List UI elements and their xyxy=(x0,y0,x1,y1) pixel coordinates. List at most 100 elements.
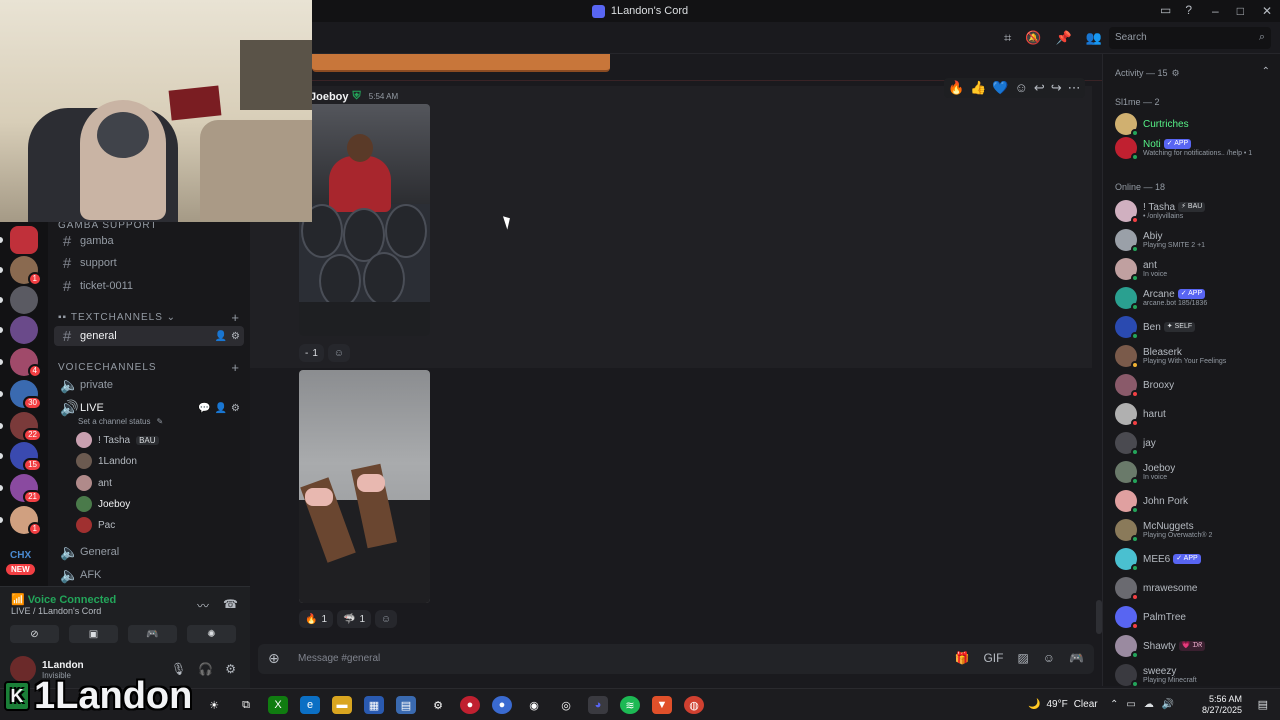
settings-icon[interactable]: ⚙ xyxy=(231,331,240,342)
disconnect-icon[interactable]: ☎ xyxy=(223,597,238,614)
member-item[interactable]: jay xyxy=(1115,430,1275,456)
member-item[interactable]: harut xyxy=(1115,401,1275,427)
settings-icon[interactable]: ⚙ xyxy=(231,403,240,414)
gif-icon[interactable]: GIF xyxy=(983,651,1003,665)
attach-plus-icon[interactable]: ⊕ xyxy=(268,650,280,667)
quick-react-heart[interactable]: 💙 xyxy=(992,80,1008,96)
member-item[interactable]: Brooxy xyxy=(1115,372,1275,398)
calculator-icon[interactable]: ▤ xyxy=(396,696,416,714)
chat-icon[interactable]: 💬 xyxy=(198,403,210,414)
voice-channel-afk[interactable]: 🔈 AFK xyxy=(54,565,244,585)
previous-attachment[interactable] xyxy=(312,54,610,72)
settings-icon[interactable]: ⚙ xyxy=(428,696,448,714)
store-icon[interactable]: ▦ xyxy=(364,696,384,714)
voice-user[interactable]: Pac xyxy=(76,517,115,533)
server-icon[interactable]: 4 xyxy=(10,348,42,378)
member-item[interactable]: PalmTree xyxy=(1115,604,1275,630)
chevron-up-icon[interactable]: ⌃ xyxy=(1262,66,1270,77)
add-channel-icon[interactable]: + xyxy=(231,360,240,375)
username[interactable]: 1Landon xyxy=(42,660,84,671)
channel-support[interactable]: # support xyxy=(54,253,244,273)
reaction-pill[interactable]: 🦈 1 xyxy=(337,610,372,628)
camera-button[interactable]: ⊘ xyxy=(10,625,59,643)
member-item[interactable]: ant In voice xyxy=(1115,256,1275,282)
emoji-icon[interactable]: ☺ xyxy=(1043,651,1055,665)
reaction-pill[interactable]: 🔥 1 xyxy=(299,610,334,628)
server-icon[interactable]: 15 xyxy=(10,442,42,472)
quick-react-thumbs[interactable]: 👍 xyxy=(970,80,986,96)
author-name[interactable]: Joeboy xyxy=(310,91,349,103)
members-icon[interactable]: 👥 xyxy=(1086,30,1102,46)
add-reaction-button[interactable]: ☺ xyxy=(327,344,350,362)
member-item[interactable]: Shawty 💗 ᗪᖇ xyxy=(1115,633,1275,659)
add-channel-icon[interactable]: + xyxy=(231,310,240,325)
brave-icon[interactable]: ▼ xyxy=(652,696,672,714)
discord-icon[interactable]: ◕ xyxy=(588,696,608,714)
voice-channel-live[interactable]: 🔊 LIVE 💬 👤 ⚙ xyxy=(54,398,244,418)
image-attachment-shoes[interactable] xyxy=(299,370,430,603)
reply-icon[interactable]: ↩ xyxy=(1034,80,1045,96)
volume-icon[interactable]: 🔊 xyxy=(1162,699,1174,710)
mute-notifications-icon[interactable]: 🔕 xyxy=(1025,30,1041,46)
server-icon[interactable]: 21 xyxy=(10,474,42,504)
member-item[interactable]: Abiy Playing SMITE 2 +1 xyxy=(1115,227,1275,253)
settings-icon[interactable]: ⚙ xyxy=(225,662,236,676)
task-view-icon[interactable]: ⧉ xyxy=(236,696,256,714)
weather-widget-icon[interactable]: ☀ xyxy=(204,696,224,714)
gift-icon[interactable]: 🎁 xyxy=(954,651,969,665)
server-icon[interactable]: 1 xyxy=(10,506,42,536)
app-red-icon[interactable]: ● xyxy=(460,696,480,714)
server-icon[interactable]: 30 xyxy=(10,380,42,410)
spotify-icon[interactable]: ≋ xyxy=(620,696,640,714)
file-explorer-icon[interactable]: ▬ xyxy=(332,696,352,714)
more-icon[interactable]: ⋯ xyxy=(1068,80,1081,96)
server-icon[interactable] xyxy=(10,286,38,314)
screen-share-button[interactable]: ▣ xyxy=(69,625,118,643)
close-button[interactable]: ✕ xyxy=(1262,4,1272,18)
server-icon[interactable]: 1 xyxy=(10,256,42,286)
steam-icon[interactable]: ◎ xyxy=(556,696,576,714)
noise-suppression-icon[interactable]: 〰 xyxy=(197,597,209,614)
inbox-icon[interactable]: ▭ xyxy=(1160,3,1171,17)
activity-header[interactable]: Activity — 15 ⚙ xyxy=(1115,68,1180,79)
voice-user[interactable]: Joeboy xyxy=(76,496,130,512)
obs-icon[interactable]: ◉ xyxy=(524,696,544,714)
server-chx-label[interactable]: CHX xyxy=(10,550,31,561)
voice-channel-private[interactable]: 🔈 private xyxy=(54,375,244,395)
network-icon[interactable]: ☁ xyxy=(1144,699,1154,710)
forward-icon[interactable]: ↪ xyxy=(1051,80,1062,96)
member-item[interactable]: Joeboy In voice xyxy=(1115,459,1275,485)
minimize-button[interactable]: – xyxy=(1212,4,1219,18)
message-input[interactable]: Message #general xyxy=(298,653,380,664)
weather-widget[interactable]: 🌙 49°F Clear xyxy=(1028,699,1098,710)
tray-expand-icon[interactable]: ⌃ xyxy=(1110,699,1118,710)
edge-icon[interactable]: e xyxy=(300,696,320,714)
member-item[interactable]: Curtriches xyxy=(1115,111,1275,137)
member-item[interactable]: McNuggets Playing Overwatch® 2 xyxy=(1115,517,1275,543)
voice-user[interactable]: ! Tasha BAU xyxy=(76,432,159,448)
voice-status[interactable]: 📶 Voice Connected xyxy=(11,593,116,606)
channel-general[interactable]: # general 👤 ⚙ xyxy=(54,326,244,346)
member-item[interactable]: Ben ✦ SELF xyxy=(1115,314,1275,340)
taskbar-clock[interactable]: 5:56 AM 8/27/2025 xyxy=(1200,694,1242,716)
microphone-icon[interactable]: 🎙 xyxy=(171,662,186,676)
maximize-button[interactable]: □ xyxy=(1237,4,1244,18)
category-voice-channels[interactable]: VOICECHANNELS + xyxy=(58,360,240,375)
server-icon[interactable] xyxy=(10,226,38,254)
notifications-icon[interactable]: ▤ xyxy=(1258,698,1268,711)
server-icon[interactable]: 22 xyxy=(10,412,42,442)
chrome-icon[interactable]: ◍ xyxy=(684,696,704,714)
reaction-pill[interactable]: -1 xyxy=(299,344,324,362)
server-icon[interactable] xyxy=(10,316,38,344)
member-item[interactable]: ! Tasha ⚡ BAU • /onlyvillains xyxy=(1115,198,1275,224)
voice-user[interactable]: ant xyxy=(76,475,112,491)
headphones-icon[interactable]: 🎧 xyxy=(198,662,213,676)
sticker-icon[interactable]: ▨ xyxy=(1017,651,1028,665)
live-status[interactable]: Set a channel status ✎ xyxy=(78,417,163,426)
apps-icon[interactable]: 🎮 xyxy=(1069,651,1084,665)
new-badge[interactable]: NEW xyxy=(6,564,35,575)
member-item[interactable]: John Pork xyxy=(1115,488,1275,514)
battery-icon[interactable]: ▭ xyxy=(1126,699,1135,710)
channel-ticket[interactable]: # ticket-0011 xyxy=(54,276,244,296)
help-icon[interactable]: ? xyxy=(1185,3,1192,17)
